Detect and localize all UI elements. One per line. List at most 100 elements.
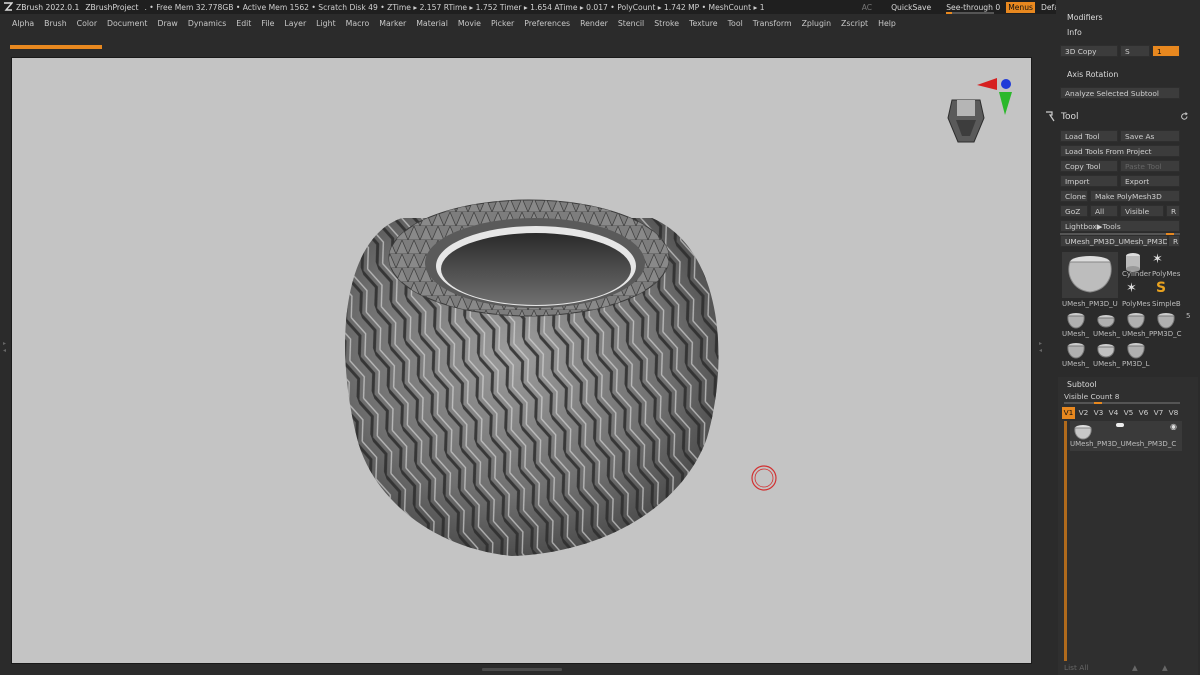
document-canvas[interactable]	[11, 57, 1032, 664]
menu-preferences[interactable]: Preferences	[524, 19, 570, 28]
menu-texture[interactable]: Texture	[689, 19, 718, 28]
simplebrush-thumb-icon[interactable]: S	[1156, 280, 1166, 296]
umesh-thumb-2-icon[interactable]	[1096, 312, 1116, 330]
umesh-thumb-6-icon[interactable]	[1096, 342, 1116, 360]
umesh-thumb-1-icon[interactable]	[1066, 312, 1086, 330]
version-v3-button[interactable]: V3	[1092, 407, 1105, 419]
cylinder-thumb-label: Cylinder	[1122, 270, 1151, 278]
current-tool-name[interactable]: UMesh_PM3D_UMesh_PM3D	[1060, 235, 1168, 247]
menu-layer[interactable]: Layer	[284, 19, 306, 28]
simplebrush-thumb-label: SimpleB	[1152, 300, 1181, 308]
version-v4-button[interactable]: V4	[1107, 407, 1120, 419]
make-polymesh3d-button[interactable]: Make PolyMesh3D	[1090, 190, 1180, 202]
subtool-item-label: UMesh_PM3D_UMesh_PM3D_C	[1070, 440, 1177, 448]
star-thumb-2-icon[interactable]: ✶	[1126, 281, 1137, 296]
progress-bar	[10, 45, 1032, 49]
info-header[interactable]: Info	[1067, 28, 1082, 37]
umesh-thumb-5-icon[interactable]	[1066, 342, 1086, 360]
subtool-header[interactable]: Subtool	[1067, 380, 1097, 389]
menu-transform[interactable]: Transform	[753, 19, 792, 28]
axis-rotation-header[interactable]: Axis Rotation	[1067, 70, 1118, 79]
subtool-visibility-toggle-icon[interactable]	[1116, 423, 1124, 427]
umesh-thumb-3-icon[interactable]	[1126, 312, 1146, 330]
menu-tool[interactable]: Tool	[728, 19, 743, 28]
menu-file[interactable]: File	[261, 19, 274, 28]
version-v1-button[interactable]: V1	[1062, 407, 1075, 419]
menu-stencil[interactable]: Stencil	[618, 19, 644, 28]
menu-macro[interactable]: Macro	[346, 19, 370, 28]
star-thumb-icon[interactable]: ✶	[1152, 252, 1163, 267]
title-bar: ZBrush 2022.0.1 ZBrushProject . • Free M…	[0, 0, 1200, 14]
modifiers-header[interactable]: Modifiers	[1067, 13, 1103, 22]
menu-light[interactable]: Light	[316, 19, 335, 28]
lightbox-tools-button[interactable]: Lightbox▶Tools	[1060, 220, 1180, 232]
subtool-item[interactable]: ◉ UMesh_PM3D_UMesh_PM3D_C	[1070, 421, 1182, 451]
menus-toggle[interactable]: Menus	[1006, 1, 1036, 13]
3d-copy-button[interactable]: 3D Copy	[1060, 45, 1118, 57]
copy-tool-button[interactable]: Copy Tool	[1060, 160, 1118, 172]
eye-icon[interactable]: ◉	[1170, 422, 1177, 431]
polymesh-thumb-2-label: PolyMes	[1122, 300, 1151, 308]
clone-button[interactable]: Clone	[1060, 190, 1088, 202]
version-v8-button[interactable]: V8	[1167, 407, 1180, 419]
app-version: ZBrush 2022.0.1	[16, 2, 80, 12]
goz-visible-button[interactable]: Visible	[1120, 205, 1164, 217]
version-v2-button[interactable]: V2	[1077, 407, 1090, 419]
menu-help[interactable]: Help	[878, 19, 896, 28]
goz-all-button[interactable]: All	[1090, 205, 1118, 217]
menu-document[interactable]: Document	[107, 19, 147, 28]
s-label: S	[1120, 45, 1150, 57]
menu-draw[interactable]: Draw	[157, 19, 177, 28]
list-all-button[interactable]: List All	[1064, 663, 1088, 672]
tool-thumb-main[interactable]	[1062, 252, 1118, 298]
bottom-tray-handle[interactable]	[482, 668, 562, 671]
see-through-slider[interactable]: See-through 0	[946, 3, 1000, 14]
menu-zscript[interactable]: Zscript	[841, 19, 868, 28]
menu-zplugin[interactable]: Zplugin	[802, 19, 831, 28]
move-up-icon[interactable]: ▲	[1132, 663, 1138, 672]
menu-color[interactable]: Color	[77, 19, 97, 28]
s-value-slider[interactable]: 1	[1152, 45, 1180, 57]
quicksave-button[interactable]: QuickSave	[891, 3, 931, 12]
menu-dynamics[interactable]: Dynamics	[188, 19, 226, 28]
current-tool-r-button[interactable]: R	[1168, 235, 1180, 247]
visible-count-slider[interactable]	[1064, 402, 1180, 404]
menu-edit[interactable]: Edit	[236, 19, 251, 28]
menu-alpha[interactable]: Alpha	[12, 19, 34, 28]
move-down-icon[interactable]: ▲	[1162, 663, 1168, 672]
goz-button[interactable]: GoZ	[1060, 205, 1088, 217]
menu-material[interactable]: Material	[416, 19, 448, 28]
cylinder-thumb-icon[interactable]	[1122, 252, 1144, 272]
refresh-icon[interactable]	[1180, 112, 1189, 121]
menu-stroke[interactable]: Stroke	[654, 19, 679, 28]
tool-header[interactable]: Tool	[1061, 112, 1078, 122]
canvas-svg	[345, 78, 1012, 556]
import-button[interactable]: Import	[1060, 175, 1118, 187]
goz-r-button[interactable]: R	[1166, 205, 1180, 217]
navigation-head-icon[interactable]	[947, 99, 985, 143]
right-tray-handle-icon[interactable]: ▸ ◂	[1039, 340, 1042, 354]
right-tray-divider: ▸ ◂	[1032, 50, 1056, 675]
version-v7-button[interactable]: V7	[1152, 407, 1165, 419]
umesh-thumb-4-icon[interactable]	[1156, 312, 1176, 330]
menu-brush[interactable]: Brush	[44, 19, 67, 28]
menu-picker[interactable]: Picker	[491, 19, 514, 28]
subtool-scrollbar[interactable]	[1064, 421, 1067, 661]
left-tray-handle-icon[interactable]: ▸ ◂	[3, 340, 7, 380]
analyze-subtool-button[interactable]: Analyze Selected Subtool	[1060, 87, 1180, 99]
export-button[interactable]: Export	[1120, 175, 1180, 187]
load-tools-from-project-button[interactable]: Load Tools From Project	[1060, 145, 1180, 157]
version-v6-button[interactable]: V6	[1137, 407, 1150, 419]
menu-render[interactable]: Render	[580, 19, 608, 28]
load-tool-button[interactable]: Load Tool	[1060, 130, 1118, 142]
umesh-thumb-3-label: UMesh_P	[1122, 330, 1154, 338]
menu-movie[interactable]: Movie	[458, 19, 481, 28]
ac-button[interactable]: AC	[862, 3, 872, 12]
version-v5-button[interactable]: V5	[1122, 407, 1135, 419]
menu-marker[interactable]: Marker	[379, 19, 406, 28]
memory-stats: . • Free Mem 32.778GB • Active Mem 1562 …	[144, 2, 765, 12]
save-as-button[interactable]: Save As	[1120, 130, 1180, 142]
paste-tool-button[interactable]: Paste Tool	[1120, 160, 1180, 172]
umesh-thumb-7-icon[interactable]	[1126, 342, 1146, 360]
extra-thumb-label: 5	[1186, 312, 1191, 320]
